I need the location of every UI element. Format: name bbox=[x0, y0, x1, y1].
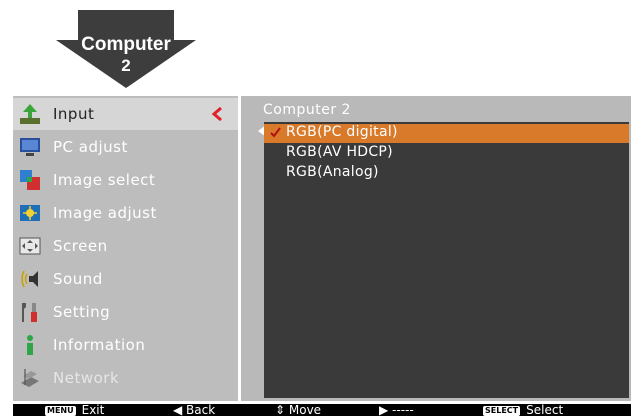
option-rgb-analog[interactable]: RGB(Analog) bbox=[264, 164, 629, 183]
option-rgb-pc-digital[interactable]: RGB(PC digital) bbox=[264, 124, 629, 143]
image-select-icon bbox=[19, 169, 41, 191]
menu-item-setting[interactable]: Setting bbox=[13, 296, 238, 328]
menu-item-screen[interactable]: Screen bbox=[13, 230, 238, 262]
option-label: RGB(AV HDCP) bbox=[286, 144, 393, 160]
option-label: RGB(Analog) bbox=[286, 164, 379, 180]
select-label: Select bbox=[526, 403, 564, 417]
menu-item-label: Image select bbox=[53, 171, 156, 189]
menu-item-label: Input bbox=[53, 105, 95, 123]
chevron-left-icon bbox=[211, 107, 222, 121]
menu-item-label: Sound bbox=[53, 270, 103, 288]
menu-item-label: PC adjust bbox=[53, 138, 128, 156]
menu-item-input[interactable]: Input bbox=[13, 98, 238, 130]
select-hint: SELECT Select bbox=[483, 403, 563, 417]
back-label: Back bbox=[186, 403, 216, 417]
main-menu-panel: Input PC adjust Image select Image adjus… bbox=[13, 96, 238, 401]
menu-item-image-adjust[interactable]: Image adjust bbox=[13, 197, 238, 229]
menu-item-sound[interactable]: Sound bbox=[13, 263, 238, 295]
callout-line2: 2 bbox=[121, 56, 131, 75]
computer-2-callout: Computer 2 bbox=[56, 10, 196, 88]
information-icon bbox=[19, 334, 41, 356]
move-label: Move bbox=[288, 403, 322, 417]
osd-menu: Input PC adjust Image select Image adjus… bbox=[13, 96, 631, 401]
menu-item-label: Network bbox=[53, 369, 120, 387]
select-key-icon: SELECT bbox=[483, 406, 521, 416]
menu-item-network[interactable]: Network bbox=[13, 362, 238, 394]
next-label: ----- bbox=[392, 403, 414, 417]
move-hint: ⇕ Move bbox=[275, 403, 321, 417]
left-arrow-icon: ◀ bbox=[173, 403, 187, 417]
monitor-icon bbox=[19, 136, 41, 158]
right-arrow-icon: ▶ bbox=[379, 403, 393, 417]
tools-icon bbox=[19, 301, 41, 323]
exit-label: Exit bbox=[81, 403, 105, 417]
speaker-icon bbox=[19, 268, 41, 290]
option-label: RGB(PC digital) bbox=[286, 124, 398, 140]
menu-item-label: Image adjust bbox=[53, 204, 157, 222]
menu-item-label: Information bbox=[53, 336, 146, 354]
exit-hint: MENU Exit bbox=[45, 403, 104, 417]
menu-item-image-select[interactable]: Image select bbox=[13, 164, 238, 196]
screen-icon bbox=[19, 235, 41, 257]
callout-line1: Computer bbox=[81, 34, 171, 55]
menu-key-icon: MENU bbox=[45, 406, 76, 416]
input-icon bbox=[19, 103, 41, 125]
input-options-list: RGB(PC digital) RGB(AV HDCP) RGB(Analog) bbox=[264, 122, 629, 398]
key-guide-bar: MENU Exit ◀ Back ⇕ Move ▶ ----- SELECT Sel… bbox=[13, 403, 631, 417]
menu-item-information[interactable]: Information bbox=[13, 329, 238, 361]
checkmark-icon bbox=[270, 127, 281, 138]
menu-item-label: Screen bbox=[53, 237, 108, 255]
up-down-arrow-icon: ⇕ bbox=[275, 403, 289, 417]
submenu-panel: Computer 2 RGB(PC digital) RGB(AV HDCP) … bbox=[241, 96, 631, 401]
network-icon bbox=[19, 367, 41, 389]
back-hint: ◀ Back bbox=[173, 403, 215, 417]
menu-item-pc-adjust[interactable]: PC adjust bbox=[13, 131, 238, 163]
next-hint: ▶ ----- bbox=[379, 403, 414, 417]
option-rgb-av-hdcp[interactable]: RGB(AV HDCP) bbox=[264, 144, 629, 163]
image-adjust-icon bbox=[19, 202, 41, 224]
menu-item-label: Setting bbox=[53, 303, 111, 321]
submenu-title: Computer 2 bbox=[263, 102, 351, 118]
